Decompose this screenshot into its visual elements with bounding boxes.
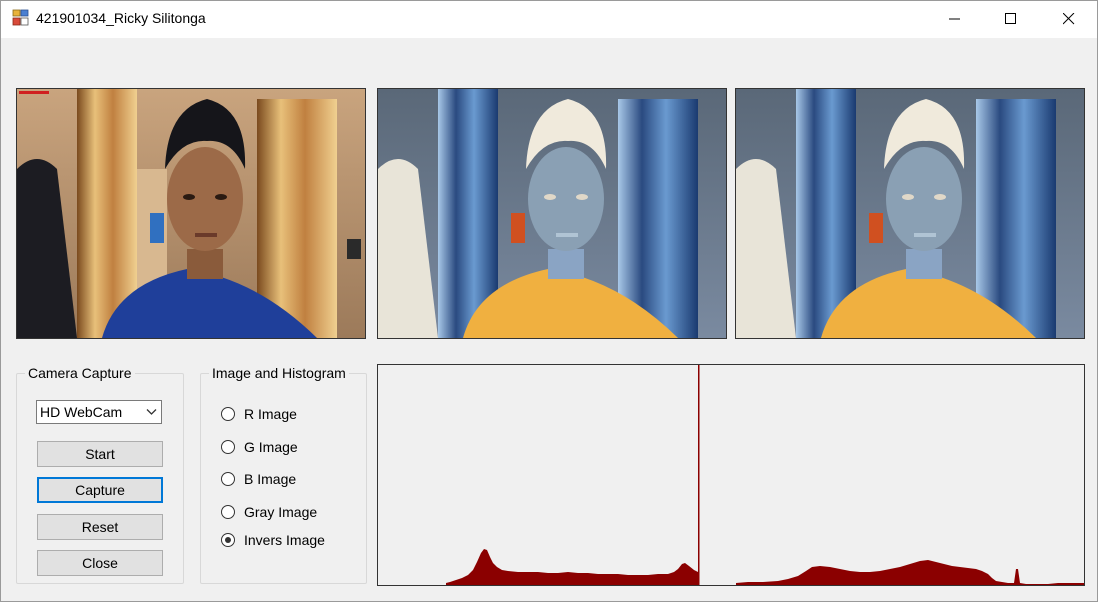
histogram-spike [698,365,700,585]
radio-label: R Image [244,406,297,422]
camera-device-value: HD WebCam [40,404,123,420]
image-histogram-title: Image and Histogram [209,365,349,381]
radio-button[interactable] [221,533,235,547]
camera-capture-title: Camera Capture [25,365,135,381]
maximize-button[interactable] [988,0,1034,38]
radio-label: Invers Image [244,532,325,548]
radio-label: Gray Image [244,504,318,520]
radio-button[interactable] [221,472,235,486]
close-icon [1063,13,1075,25]
inverted-image-1 [377,88,727,339]
minimize-button[interactable] [932,0,978,38]
radio-button[interactable] [221,407,235,421]
capture-button[interactable]: Capture [37,477,163,503]
original-camera-image [16,88,366,339]
reset-button[interactable]: Reset [37,514,163,540]
histogram-left-area [446,549,698,585]
chevron-down-icon [146,409,157,415]
app-icon [12,9,30,27]
image-histogram-group: Image and Histogram R Image G Image B Im… [200,365,367,584]
radio-button[interactable] [221,505,235,519]
maximize-icon [1005,13,1016,24]
close-button[interactable]: Close [37,550,163,576]
radio-button[interactable] [221,440,235,454]
window-title: 421901034_Ricky Silitonga [36,10,206,26]
histogram-plot [446,365,1084,585]
histogram-right-area [736,560,1084,585]
camera-capture-group: Camera Capture HD WebCam Start Capture R… [16,365,184,584]
title-bar: 421901034_Ricky Silitonga [0,0,1098,38]
radio-selected-dot [225,537,231,543]
close-window-button[interactable] [1046,0,1092,38]
minimize-icon [949,18,960,20]
inverted-image-2 [735,88,1085,339]
camera-device-select[interactable]: HD WebCam [36,400,162,424]
radio-label: B Image [244,471,297,487]
start-button[interactable]: Start [37,441,163,467]
radio-label: G Image [244,439,298,455]
histogram-chart [377,364,1085,586]
